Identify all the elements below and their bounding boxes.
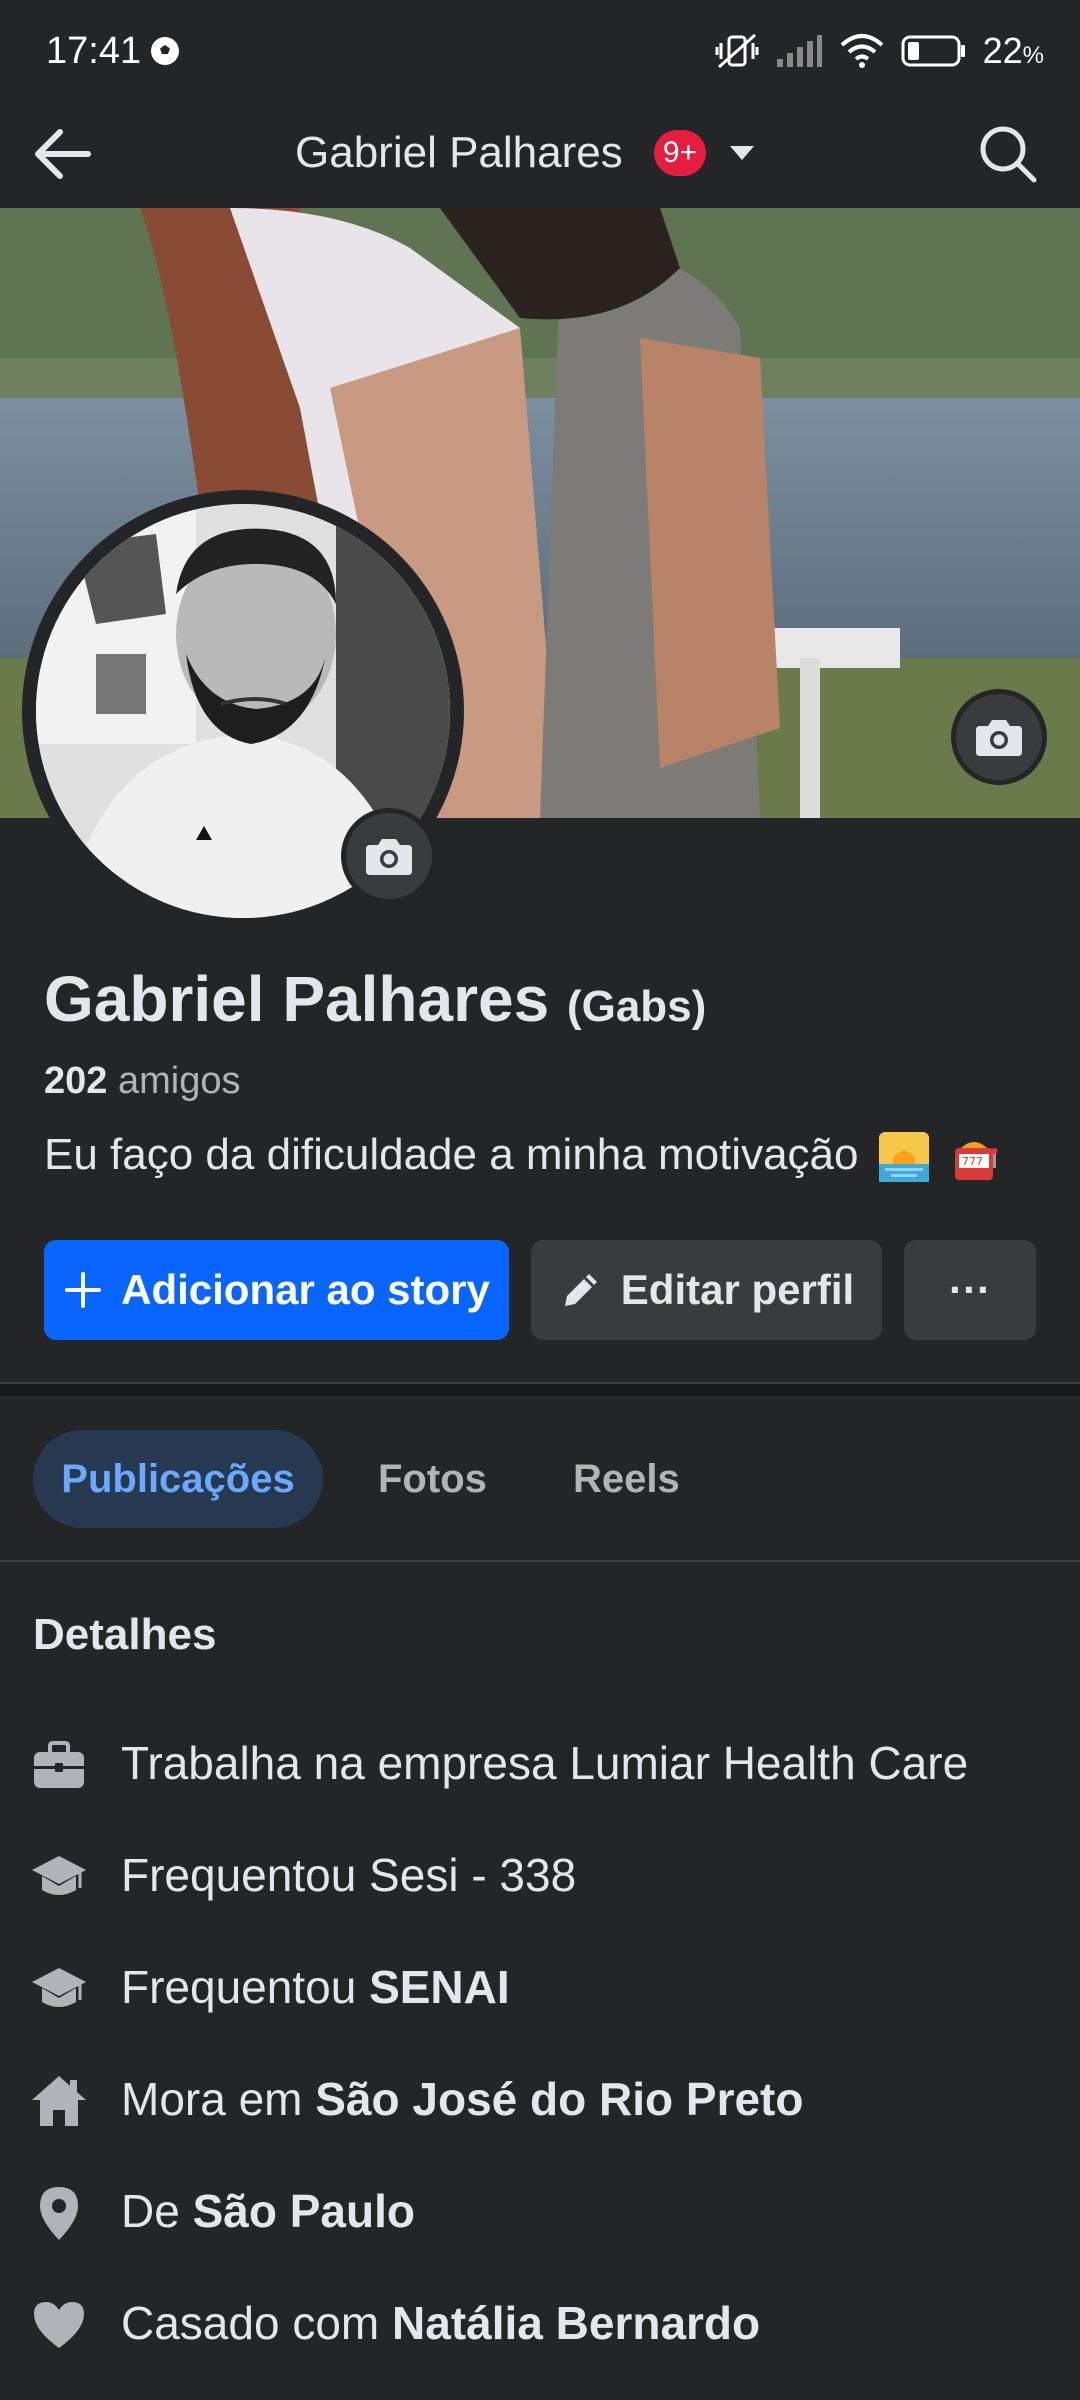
- friends-count[interactable]: 202 amigos: [44, 1060, 240, 1103]
- detail-text: Casado com Natália Bernardo: [121, 2297, 761, 2349]
- friends-number: 202: [44, 1060, 108, 1102]
- more-options-label: ···: [949, 1266, 991, 1313]
- friends-label: amigos: [117, 1060, 241, 1102]
- detail-text: Mora em São José do Rio Preto: [121, 2073, 804, 2125]
- bio: Eu faço da dificuldade a minha motivação…: [44, 1130, 999, 1183]
- detail-text: Frequentou SENAI: [121, 1961, 510, 2013]
- detail-text: Frequentou Sesi - 338: [121, 1849, 577, 1901]
- profile-name: Gabriel Palhares (Gabs): [44, 962, 706, 1036]
- detail-relationship[interactable]: Casado com Natália Bernardo: [0, 2282, 1080, 2362]
- detail-education-2[interactable]: Frequentou SENAI: [0, 1946, 1080, 2026]
- bio-text: Eu faço da dificuldade a minha motivação: [44, 1130, 859, 1179]
- camera-icon: [366, 839, 412, 875]
- profile-nickname: (Gabs): [566, 982, 707, 1031]
- edit-profile-button[interactable]: Editar perfil: [531, 1240, 882, 1340]
- status-icons: 22%: [715, 28, 1044, 74]
- status-time: 17:41: [46, 30, 142, 72]
- briefcase-icon: [34, 1741, 84, 1788]
- camera-icon: [976, 720, 1022, 756]
- tab-publicacoes[interactable]: Publicações: [33, 1430, 323, 1528]
- tab-fotos[interactable]: Fotos: [378, 1430, 487, 1528]
- battery-percent: 22%: [982, 30, 1044, 71]
- detail-work[interactable]: Trabalha na empresa Lumiar Health Care: [0, 1722, 1080, 1802]
- tabs-divider: [0, 1560, 1080, 1562]
- detail-education-1[interactable]: Frequentou Sesi - 338: [0, 1834, 1080, 1914]
- notification-badge: 9+: [654, 130, 706, 176]
- profile-tabs: Publicações Fotos Reels: [0, 1430, 1080, 1528]
- search-icon[interactable]: [976, 122, 1040, 186]
- status-bar: 17:41 22%: [0, 0, 1080, 100]
- arrow-left-icon[interactable]: [30, 122, 100, 186]
- detail-text: De São Paulo: [121, 2185, 415, 2237]
- section-divider: [0, 1382, 1080, 1396]
- plus-icon: [65, 1272, 102, 1308]
- vibrate-off-icon: [715, 33, 759, 69]
- signal-icon: [776, 35, 822, 67]
- profile-page: 17:41 22% Gabriel Palhares 9+ Gabriel Pa…: [0, 0, 1080, 2400]
- svg-text:777: 777: [962, 1155, 983, 1168]
- avatar-camera-button[interactable]: [341, 808, 437, 904]
- sunrise-emoji-icon: [878, 1132, 929, 1183]
- add-story-label: Adicionar ao story: [121, 1266, 490, 1313]
- nav-title[interactable]: Gabriel Palhares: [295, 128, 623, 178]
- slot-machine-emoji-icon: 777: [954, 1142, 998, 1181]
- heart-icon: [34, 2302, 84, 2348]
- graduation-cap-icon: [32, 1968, 86, 2007]
- more-options-button[interactable]: ···: [904, 1240, 1036, 1340]
- home-icon: [32, 2076, 86, 2126]
- cover-camera-button[interactable]: [951, 689, 1047, 785]
- edit-profile-label: Editar perfil: [620, 1266, 855, 1313]
- profile-full-name: Gabriel Palhares: [44, 963, 550, 1035]
- soccer-ball-icon: [151, 37, 179, 65]
- detail-text: Trabalha na empresa Lumiar Health Care: [121, 1737, 969, 1789]
- graduation-cap-icon: [32, 1856, 86, 1895]
- battery-icon: [901, 35, 965, 67]
- location-pin-icon: [40, 2187, 78, 2240]
- detail-from[interactable]: De São Paulo: [0, 2170, 1080, 2250]
- tab-reels[interactable]: Reels: [573, 1430, 680, 1528]
- pencil-icon: [564, 1274, 597, 1306]
- add-story-button[interactable]: Adicionar ao story: [44, 1240, 509, 1340]
- wifi-icon: [840, 34, 883, 68]
- chevron-down-icon[interactable]: [728, 144, 756, 162]
- top-nav: Gabriel Palhares 9+: [0, 100, 1080, 208]
- detail-lives-in[interactable]: Mora em São José do Rio Preto: [0, 2058, 1080, 2138]
- details-title: Detalhes: [33, 1610, 217, 1659]
